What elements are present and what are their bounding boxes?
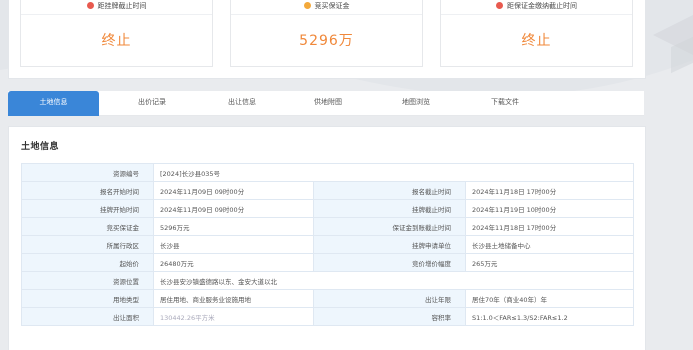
detail-tabs: 土地信息 出价记录 出让信息 供地附图 地图浏览 下载文件: [8, 91, 644, 116]
card-label: 竞买保证金: [314, 2, 350, 10]
row-label: 出让面积: [21, 307, 154, 326]
row-label: 挂牌开始时间: [21, 199, 154, 218]
card-value: 5296万: [299, 33, 354, 49]
deposit-card: 竞买保证金 5296万: [230, 0, 423, 67]
row-value: 居住70年（商业40年）年: [465, 289, 634, 308]
listing-deadline-card: 距挂牌截止时间 终止: [20, 0, 213, 67]
table-row: 所属行政区 长沙县 挂牌申请单位 长沙县土地储备中心: [21, 235, 634, 254]
deposit-deadline-card: 距保证金缴纳截止时间 终止: [440, 0, 633, 67]
table-row: 资源位置 长沙县安沙镇盛德路以东、金安大道以北: [21, 271, 634, 290]
table-row: 竞买保证金 5296万元 保证金到账截止时间 2024年11月18日 17时00…: [21, 217, 634, 236]
row-label: 用地类型: [21, 289, 154, 308]
row-label: 竞价增价幅度: [313, 253, 466, 272]
row-label: 报名开始时间: [21, 181, 154, 200]
clock-icon: [86, 2, 94, 9]
table-row: 报名开始时间 2024年11月09日 09时00分 报名截止时间 2024年11…: [21, 181, 634, 200]
row-value: 2024年11月18日 17时00分: [465, 217, 634, 236]
row-label: 资源编号: [21, 163, 154, 182]
card-label: 距挂牌截止时间: [97, 2, 147, 10]
row-label: 挂牌申请单位: [313, 235, 466, 254]
tab-land-map-attachments[interactable]: 供地附图: [293, 91, 363, 115]
row-value: 2024年11月09日 09时00分: [153, 199, 314, 218]
row-value: [2024]长沙县035号: [153, 163, 634, 182]
row-value: 长沙县土地储备中心: [465, 235, 634, 254]
card-value: 终止: [101, 33, 132, 49]
land-info-table: 资源编号 [2024]长沙县035号 报名开始时间 2024年11月09日 09…: [21, 163, 634, 326]
table-row: 出让面积 130442.26平方米 容积率 S1:1.0＜FAR≤1.3/S2:…: [21, 307, 634, 326]
row-value: 2024年11月18日 17时00分: [465, 181, 634, 200]
tab-map-browse[interactable]: 地图浏览: [381, 91, 451, 115]
row-value: 130442.26平方米: [153, 307, 314, 326]
row-label: 竞买保证金: [21, 217, 154, 236]
row-value: 长沙县安沙镇盛德路以东、金安大道以北: [153, 271, 634, 290]
tab-transfer-info[interactable]: 出让信息: [207, 91, 277, 115]
land-info-section: 土地信息 资源编号 [2024]长沙县035号 报名开始时间 2024年11月0…: [8, 126, 646, 350]
row-label: 保证金到账截止时间: [313, 217, 466, 236]
row-label: 报名截止时间: [313, 181, 466, 200]
table-row: 起始价 26480万元 竞价增价幅度 265万元: [21, 253, 634, 272]
row-value: 2024年11月09日 09时00分: [153, 181, 314, 200]
card-label: 距保证金缴纳截止时间: [507, 2, 577, 10]
row-label: 挂牌截止时间: [313, 199, 466, 218]
table-row: 挂牌开始时间 2024年11月09日 09时00分 挂牌截止时间 2024年11…: [21, 199, 634, 218]
row-label: 出让年限: [313, 289, 466, 308]
section-title: 土地信息: [21, 142, 60, 152]
alarm-icon: [496, 2, 503, 9]
row-label: 所属行政区: [21, 235, 154, 254]
row-label: 起始价: [21, 253, 154, 272]
tab-download-files[interactable]: 下载文件: [470, 91, 540, 115]
card-value: 终止: [521, 33, 552, 49]
auction-status-panel: 距挂牌截止时间 终止 竞买保证金 5296万 距保证金缴纳截止时间 终止: [8, 0, 646, 79]
row-value: 5296万元: [153, 217, 314, 236]
row-value: 265万元: [465, 253, 634, 272]
row-value: 2024年11月19日 10时00分: [465, 199, 634, 218]
row-label: 资源位置: [21, 271, 154, 290]
row-value: S1:1.0＜FAR≤1.3/S2:FAR≤1.2: [465, 307, 634, 326]
table-row: 资源编号 [2024]长沙县035号: [21, 163, 634, 182]
row-value: 居住用地、商业服务业设施用地: [153, 289, 314, 308]
coin-icon: [303, 2, 311, 9]
row-value: 长沙县: [153, 235, 314, 254]
row-value: 26480万元: [153, 253, 314, 272]
table-row: 用地类型 居住用地、商业服务业设施用地 出让年限 居住70年（商业40年）年: [21, 289, 634, 308]
tab-land-info[interactable]: 土地信息: [8, 91, 99, 116]
row-label: 容积率: [313, 307, 466, 326]
tab-bid-records[interactable]: 出价记录: [117, 91, 187, 115]
